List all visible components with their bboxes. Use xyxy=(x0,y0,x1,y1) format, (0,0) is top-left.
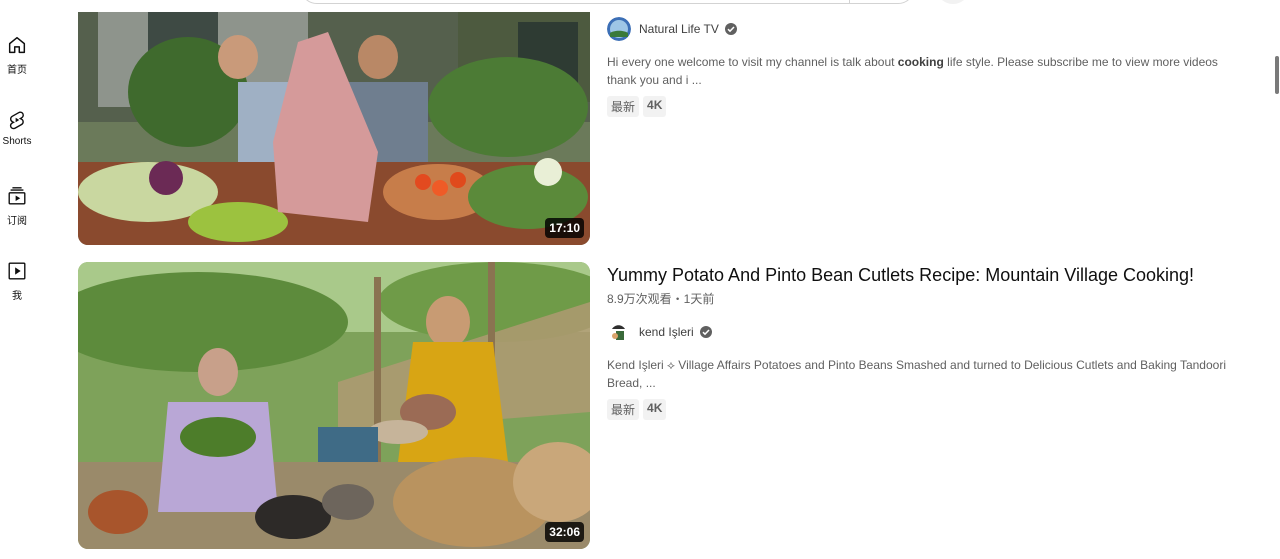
video-meta: Natural Life TV Hi every one welcome to … xyxy=(607,17,1247,117)
thumbnail-image xyxy=(78,12,590,245)
guide-item-shorts[interactable]: Shorts xyxy=(0,109,34,147)
guide-label-shorts: Shorts xyxy=(2,136,32,147)
guide-label-home: 首页 xyxy=(7,65,27,76)
new-badge: 最新 xyxy=(607,399,640,420)
guide-label-you: 我 xyxy=(12,291,22,302)
video-thumbnail[interactable]: 17:10 xyxy=(78,12,590,245)
guide-label-subscriptions: 订阅 xyxy=(7,216,27,227)
shorts-icon xyxy=(9,111,24,130)
channel-link[interactable]: Natural Life TV xyxy=(607,17,1247,41)
video-title[interactable]: Yummy Potato And Pinto Bean Cutlets Reci… xyxy=(607,262,1207,289)
you-icon xyxy=(8,262,26,280)
guide-item-you[interactable]: 我 xyxy=(0,260,34,302)
video-description: Hi every one welcome to visit my channel… xyxy=(607,53,1247,89)
guide-item-home[interactable]: 首页 xyxy=(0,34,34,76)
description-highlight: cooking xyxy=(897,55,944,69)
subscriptions-icon xyxy=(8,187,26,205)
search-divider xyxy=(849,0,850,3)
channel-name: Natural Life TV xyxy=(639,22,719,36)
voice-search-button[interactable] xyxy=(936,0,970,4)
badge-row: 最新 4K xyxy=(607,96,1247,117)
channel-name: kend Işleri xyxy=(639,325,694,339)
video-description: Kend Işleri ⟡ Village Affairs Potatoes a… xyxy=(607,358,1226,390)
video-duration: 17:10 xyxy=(545,218,584,238)
search-box[interactable] xyxy=(300,0,915,4)
scrollbar-thumb[interactable] xyxy=(1275,56,1279,94)
thumbnail-image xyxy=(78,262,590,549)
video-thumbnail[interactable]: 32:06 xyxy=(78,262,590,549)
page-scrollbar[interactable] xyxy=(1272,0,1280,559)
new-badge: 最新 xyxy=(607,96,640,117)
channel-avatar xyxy=(607,320,631,344)
4k-badge: 4K xyxy=(643,96,667,117)
verified-badge-icon xyxy=(724,23,737,35)
channel-avatar xyxy=(607,17,631,41)
channel-link[interactable]: kend Işleri xyxy=(607,320,1207,344)
badge-row: 最新 4K xyxy=(607,399,1207,420)
video-duration: 32:06 xyxy=(545,522,584,542)
home-icon xyxy=(8,36,26,54)
verified-badge-icon xyxy=(699,326,712,338)
video-stats: 8.9万次观看・1天前 xyxy=(607,292,715,306)
4k-badge: 4K xyxy=(643,399,667,420)
description-text: Hi every one welcome to visit my channel… xyxy=(607,55,898,69)
mini-guide: 首页 Shorts 订阅 我 xyxy=(0,0,34,559)
video-meta: Yummy Potato And Pinto Bean Cutlets Reci… xyxy=(607,262,1226,420)
guide-item-subscriptions[interactable]: 订阅 xyxy=(0,185,34,227)
